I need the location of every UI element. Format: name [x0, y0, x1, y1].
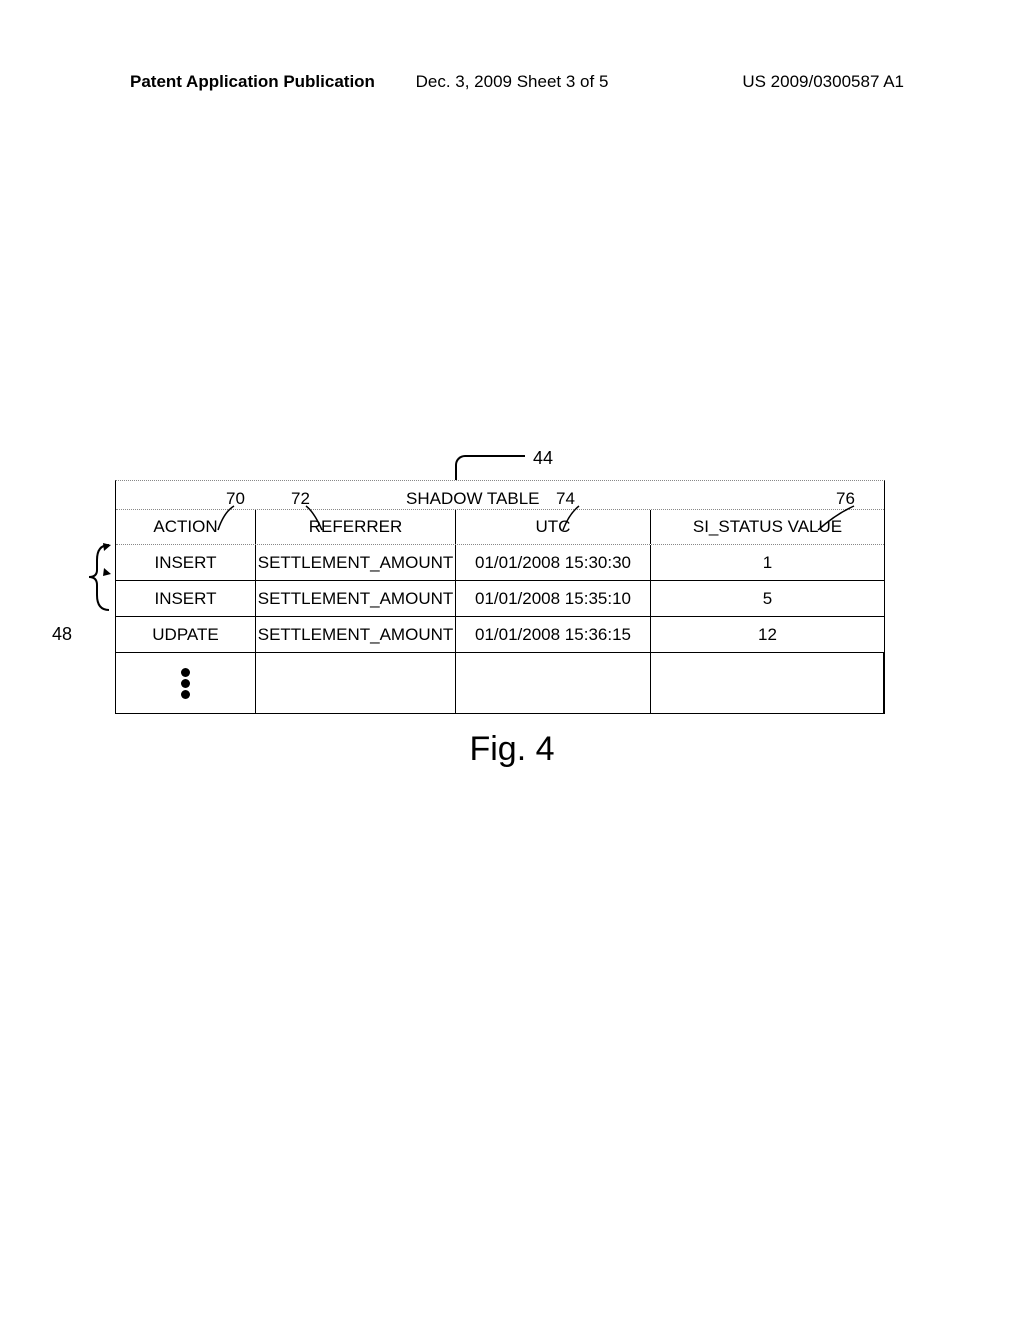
- ref-48: 48: [52, 624, 72, 645]
- dot-icon: [181, 679, 190, 688]
- header-center: Dec. 3, 2009 Sheet 3 of 5: [416, 72, 609, 92]
- ref-44: 44: [533, 448, 553, 469]
- cell-status: 5: [651, 581, 884, 616]
- figure-4: 44 48 70 72 SHADOW TABLE 74 76 ACTION: [115, 480, 885, 714]
- cell-status: 1: [651, 545, 884, 580]
- header-right: US 2009/0300587 A1: [742, 72, 904, 92]
- shadow-table: 70 72 SHADOW TABLE 74 76 ACTION REFERRER…: [115, 480, 885, 714]
- col-header-referrer: REFERRER: [256, 510, 456, 544]
- brace-48-icon: [77, 540, 112, 615]
- cell-utc: 01/01/2008 15:35:10: [456, 581, 651, 616]
- ref-70: 70: [226, 489, 245, 509]
- cell-status: 12: [651, 617, 884, 652]
- cell-action: INSERT: [116, 545, 256, 580]
- ellipsis-row: [116, 653, 884, 713]
- empty-cell: [256, 653, 456, 713]
- title-row: 70 72 SHADOW TABLE 74 76: [116, 481, 884, 509]
- table-row: INSERT SETTLEMENT_AMOUNT 01/01/2008 15:3…: [116, 545, 884, 581]
- table-row: UDPATE SETTLEMENT_AMOUNT 01/01/2008 15:3…: [116, 617, 884, 653]
- dot-icon: [181, 668, 190, 677]
- figure-caption: Fig. 4: [0, 730, 1024, 769]
- page-header: Patent Application Publication Dec. 3, 2…: [0, 72, 1024, 92]
- cell-action: INSERT: [116, 581, 256, 616]
- cell-utc: 01/01/2008 15:30:30: [456, 545, 651, 580]
- empty-cell: [651, 653, 884, 713]
- empty-cell: [456, 653, 651, 713]
- dot-icon: [181, 690, 190, 699]
- table-row: INSERT SETTLEMENT_AMOUNT 01/01/2008 15:3…: [116, 581, 884, 617]
- cell-utc: 01/01/2008 15:36:15: [456, 617, 651, 652]
- table-title: SHADOW TABLE: [406, 489, 540, 509]
- header-left: Patent Application Publication: [130, 72, 375, 92]
- lead-44: [455, 455, 525, 480]
- cell-referrer: SETTLEMENT_AMOUNT: [256, 581, 456, 616]
- col-header-utc: UTC: [456, 510, 651, 544]
- ref-74: 74: [556, 489, 575, 509]
- ellipsis-dots: [116, 653, 256, 713]
- ref-76: 76: [836, 489, 855, 509]
- cell-referrer: SETTLEMENT_AMOUNT: [256, 545, 456, 580]
- cell-action: UDPATE: [116, 617, 256, 652]
- cell-referrer: SETTLEMENT_AMOUNT: [256, 617, 456, 652]
- ref-72: 72: [291, 489, 310, 509]
